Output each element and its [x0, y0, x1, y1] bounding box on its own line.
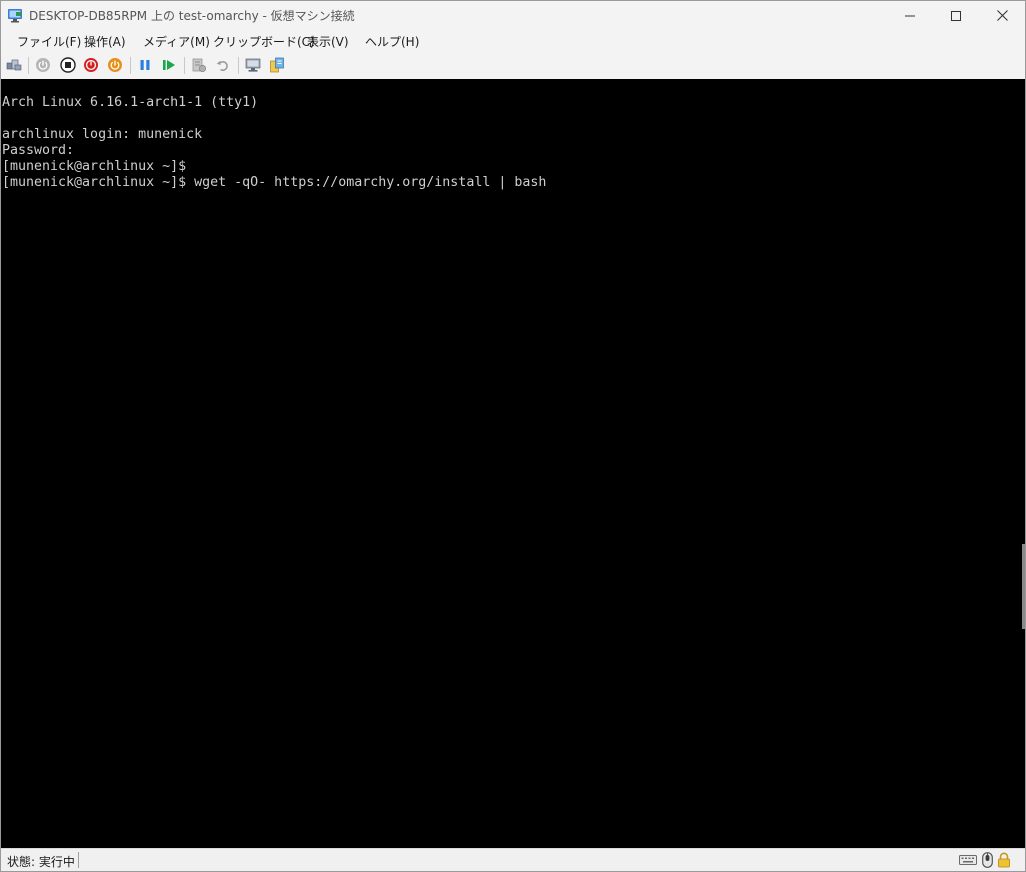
close-icon — [996, 10, 1008, 21]
save-icon — [108, 58, 122, 72]
checkpoint-button[interactable] — [190, 56, 208, 74]
close-button[interactable] — [979, 1, 1025, 30]
ctrl-alt-del-button[interactable] — [5, 56, 23, 74]
maximize-button[interactable] — [933, 1, 979, 30]
minimize-button[interactable] — [887, 1, 933, 30]
shut-down-icon — [84, 58, 98, 72]
console-scroll-thumb[interactable] — [1022, 544, 1025, 629]
minimize-icon — [905, 15, 915, 16]
status-separator — [78, 852, 79, 868]
mouse-icon — [982, 852, 993, 868]
start-button[interactable] — [34, 56, 52, 74]
console-line: Password: — [2, 143, 75, 158]
vm-connect-app-icon — [7, 7, 23, 23]
toolbar-separator — [130, 57, 131, 74]
reset-button[interactable] — [160, 56, 178, 74]
enhanced-session-button[interactable] — [244, 56, 262, 74]
share-icon — [270, 57, 284, 73]
lock-icon — [997, 852, 1011, 868]
menu-bar: ファイル(F) 操作(A) メディア(M) クリップボード(C) 表示(V) ヘ… — [1, 30, 1025, 52]
menu-help[interactable]: ヘルプ(H) — [365, 33, 419, 50]
status-text: 状態: 実行中 — [7, 855, 75, 869]
revert-icon — [216, 60, 228, 71]
toolbar-separator — [238, 57, 239, 74]
shut-down-button[interactable] — [82, 56, 100, 74]
ctrl-alt-del-icon — [6, 59, 22, 71]
window-title: DESKTOP-DB85RPM 上の test-omarchy - 仮想マシン接… — [29, 9, 355, 23]
menu-clipboard[interactable]: クリップボード(C) — [213, 33, 315, 50]
revert-button[interactable] — [214, 56, 232, 74]
start-icon — [36, 58, 50, 72]
menu-media[interactable]: メディア(M) — [143, 33, 210, 50]
pause-icon — [140, 60, 150, 70]
menu-file[interactable]: ファイル(F) — [17, 33, 81, 50]
checkpoint-icon — [192, 58, 207, 73]
share-button[interactable] — [268, 56, 286, 74]
menu-view[interactable]: 表示(V) — [307, 33, 349, 50]
turn-off-icon — [60, 57, 76, 73]
console-line: [munenick@archlinux ~]$ wget -qO- https:… — [2, 175, 547, 190]
enhanced-session-icon — [245, 58, 261, 72]
console-line: [munenick@archlinux ~]$ — [2, 159, 187, 174]
console-line: Arch Linux 6.16.1-arch1-1 (tty1) — [2, 95, 259, 110]
toolbar-separator — [184, 57, 185, 74]
status-bar: 状態: 実行中 — [1, 848, 1025, 871]
menu-action[interactable]: 操作(A) — [84, 33, 126, 50]
pause-button[interactable] — [136, 56, 154, 74]
title-bar: DESKTOP-DB85RPM 上の test-omarchy - 仮想マシン接… — [1, 1, 1025, 30]
toolbar-separator — [28, 57, 29, 74]
toolbar — [1, 52, 1025, 79]
reset-icon — [163, 60, 175, 70]
vm-connection-window: DESKTOP-DB85RPM 上の test-omarchy - 仮想マシン接… — [0, 0, 1026, 872]
keyboard-icon — [959, 852, 977, 868]
console-line: archlinux login: munenick — [2, 127, 203, 142]
save-button[interactable] — [106, 56, 124, 74]
vm-console-screen[interactable]: Arch Linux 6.16.1-arch1-1 (tty1) archlin… — [1, 79, 1025, 848]
turn-off-button[interactable] — [59, 56, 77, 74]
maximize-icon — [951, 10, 961, 21]
